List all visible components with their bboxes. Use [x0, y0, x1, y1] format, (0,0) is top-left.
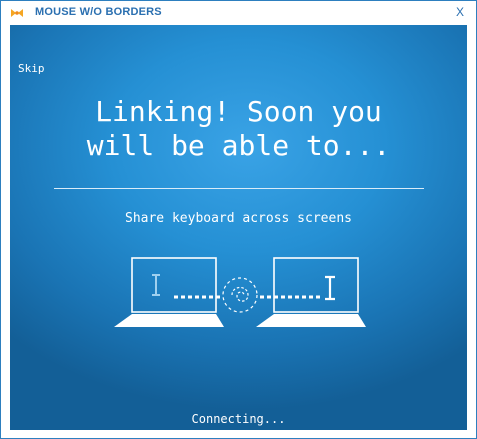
title-bar: MOUSE W/O BORDERS X [1, 1, 476, 25]
right-laptop-icon [256, 257, 366, 327]
status-text: Connecting... [191, 412, 286, 426]
headline: Linking! Soon you will be able to... [86, 95, 391, 162]
feature-description: Share keyboard across screens [125, 211, 352, 226]
swirl-link-icon [222, 277, 258, 313]
main-panel: Skip Linking! Soon you will be able to..… [10, 25, 467, 430]
divider [54, 188, 424, 189]
left-laptop-icon [114, 257, 224, 327]
app-window: MOUSE W/O BORDERS X Skip Linking! Soon y… [0, 0, 477, 439]
link-illustration [114, 257, 366, 327]
window-title: MOUSE W/O BORDERS [35, 6, 162, 18]
skip-link[interactable]: Skip [18, 62, 45, 75]
close-button[interactable]: X [452, 4, 468, 20]
right-cursor-icon [325, 275, 335, 301]
app-logo-icon [11, 9, 23, 17]
left-cursor-icon [152, 274, 160, 296]
